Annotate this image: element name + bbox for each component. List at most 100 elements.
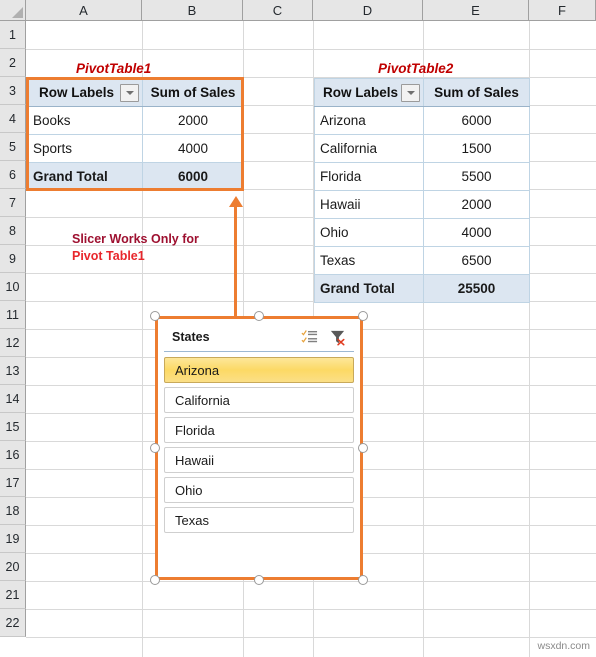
- chevron-down-icon[interactable]: [401, 83, 420, 102]
- resize-handle-top-right[interactable]: [358, 311, 368, 321]
- pivot-table-1-row-labels-header[interactable]: Row Labels: [27, 78, 143, 107]
- pivot-table-2[interactable]: Row Labels Sum of Sales Arizona 6000 Calif…: [314, 78, 530, 303]
- column-header-a[interactable]: A: [26, 0, 142, 21]
- column-header-d[interactable]: D: [313, 0, 423, 21]
- slicer-item-texas[interactable]: Texas: [164, 507, 354, 533]
- annotation-arrow-shaft: [234, 205, 237, 323]
- column-header-f[interactable]: F: [529, 0, 596, 21]
- slicer-item-florida[interactable]: Florida: [164, 417, 354, 443]
- clear-filter-icon[interactable]: [329, 329, 346, 346]
- resize-handle-bottom-right[interactable]: [358, 575, 368, 585]
- row-header-20[interactable]: 20: [0, 553, 26, 581]
- pivot-table-2-row-label: Hawaii: [314, 190, 424, 219]
- annotation-arrow-head-icon: [229, 196, 243, 207]
- row-header-13[interactable]: 13: [0, 357, 26, 385]
- pivot-table-1-grand-total-value: 6000: [142, 162, 244, 191]
- slicer-item-california[interactable]: California: [164, 387, 354, 413]
- grid-line-horizontal: [26, 581, 596, 582]
- table-row[interactable]: Texas 6500: [314, 246, 530, 275]
- column-header-e[interactable]: E: [423, 0, 529, 21]
- pivot-table-2-row-value: 6000: [423, 106, 530, 135]
- table-row[interactable]: Arizona 6000: [314, 106, 530, 135]
- slicer-header: States: [164, 323, 354, 352]
- annotation-line-1: Slicer Works Only for: [72, 232, 199, 246]
- grid-line-horizontal: [26, 49, 596, 50]
- row-header-9[interactable]: 9: [0, 245, 26, 273]
- row-header-19[interactable]: 19: [0, 525, 26, 553]
- pivot-table-1-grand-total-label: Grand Total: [27, 162, 143, 191]
- row-header-15[interactable]: 15: [0, 413, 26, 441]
- table-row[interactable]: Florida 5500: [314, 162, 530, 191]
- chevron-down-icon[interactable]: [120, 83, 139, 102]
- row-header-10[interactable]: 10: [0, 273, 26, 301]
- row-header-11[interactable]: 11: [0, 301, 26, 329]
- pivot-table-1-header-row: Row Labels Sum of Sales: [27, 78, 244, 107]
- table-row[interactable]: Hawaii 2000: [314, 190, 530, 219]
- table-row[interactable]: California 1500: [314, 134, 530, 163]
- pivot-table-1-grand-total-row: Grand Total 6000: [27, 162, 244, 191]
- row-header-6[interactable]: 6: [0, 161, 26, 189]
- table-row[interactable]: Sports 4000: [27, 134, 244, 163]
- pivot-table-2-row-value: 2000: [423, 190, 530, 219]
- pivot-table-2-row-value: 4000: [423, 218, 530, 247]
- resize-handle-bottom-center[interactable]: [254, 575, 264, 585]
- pivot-table-1-sum-header: Sum of Sales: [142, 78, 244, 107]
- pivot-table-2-sum-header: Sum of Sales: [423, 78, 530, 107]
- row-header-3[interactable]: 3: [0, 77, 26, 105]
- row-header-12[interactable]: 12: [0, 329, 26, 357]
- row-header-7[interactable]: 7: [0, 189, 26, 217]
- pivot-table-2-row-label: Texas: [314, 246, 424, 275]
- row-header-17[interactable]: 17: [0, 469, 26, 497]
- pivot-table-1[interactable]: Row Labels Sum of Sales Books 2000 Sports 4…: [27, 78, 244, 191]
- resize-handle-bottom-left[interactable]: [150, 575, 160, 585]
- row-header-5[interactable]: 5: [0, 133, 26, 161]
- row-header-21[interactable]: 21: [0, 581, 26, 609]
- excel-worksheet: A B C D E F 1 2 3 4 5 6 7 8 9 10 11 12 13 14 15 16 17 18 19 20 21 2…: [0, 0, 596, 657]
- pivot-table-2-grand-total-label: Grand Total: [314, 274, 424, 303]
- pivot-table-2-body: Arizona 6000 California 1500 Florida 5500 Hawa…: [314, 106, 530, 303]
- row-header-18[interactable]: 18: [0, 497, 26, 525]
- pivot-table-2-row-value: 5500: [423, 162, 530, 191]
- select-all-corner[interactable]: [0, 0, 26, 21]
- slicer-item-list[interactable]: Arizona California Florida Hawaii Ohio Texas: [158, 352, 360, 533]
- pivot-table-1-row-value: 2000: [142, 106, 244, 135]
- pivot-table-2-row-value: 6500: [423, 246, 530, 275]
- row-header-16[interactable]: 16: [0, 441, 26, 469]
- pivot-table-1-row-label: Books: [27, 106, 143, 135]
- select-all-triangle-icon: [12, 7, 23, 18]
- column-header-c[interactable]: C: [243, 0, 313, 21]
- watermark: wsxdn.com: [537, 640, 590, 652]
- row-header-8[interactable]: 8: [0, 217, 26, 245]
- annotation-line-2: Pivot Table1: [72, 249, 145, 263]
- slicer-item-arizona[interactable]: Arizona: [164, 357, 354, 383]
- multi-select-icon[interactable]: [301, 329, 318, 346]
- resize-handle-middle-left[interactable]: [150, 443, 160, 453]
- row-header-2[interactable]: 2: [0, 49, 26, 77]
- row-header-1[interactable]: 1: [0, 21, 26, 49]
- column-header-b[interactable]: B: [142, 0, 243, 21]
- resize-handle-top-left[interactable]: [150, 311, 160, 321]
- pivot-table-1-body: Books 2000 Sports 4000 Grand Total 6000: [27, 106, 244, 191]
- table-row[interactable]: Books 2000: [27, 106, 244, 135]
- row-header-4[interactable]: 4: [0, 105, 26, 133]
- resize-handle-top-center[interactable]: [254, 311, 264, 321]
- slicer-title: States: [172, 330, 210, 344]
- pivot-table-1-title: PivotTable1: [76, 61, 152, 76]
- table-row[interactable]: Ohio 4000: [314, 218, 530, 247]
- grid-line-horizontal: [26, 609, 596, 610]
- row-header-14[interactable]: 14: [0, 385, 26, 413]
- pivot-table-2-grand-total-value: 25500: [423, 274, 530, 303]
- pivot-table-2-row-labels-header[interactable]: Row Labels: [314, 78, 424, 107]
- pivot-table-2-row-value: 1500: [423, 134, 530, 163]
- slicer-item-hawaii[interactable]: Hawaii: [164, 447, 354, 473]
- slicer-item-ohio[interactable]: Ohio: [164, 477, 354, 503]
- resize-handle-middle-right[interactable]: [358, 443, 368, 453]
- grid-line-horizontal: [26, 637, 596, 638]
- pivot-table-1-row-value: 4000: [142, 134, 244, 163]
- pivot-table-2-row-label: Arizona: [314, 106, 424, 135]
- slicer-states[interactable]: States Arizona California Florida Hawaii Ohi…: [157, 318, 361, 578]
- row-header-22[interactable]: 22: [0, 609, 26, 637]
- pivot-table-2-row-label: Ohio: [314, 218, 424, 247]
- pivot-table-2-row-label: California: [314, 134, 424, 163]
- annotation-text: Slicer Works Only for Pivot Table1: [72, 231, 199, 265]
